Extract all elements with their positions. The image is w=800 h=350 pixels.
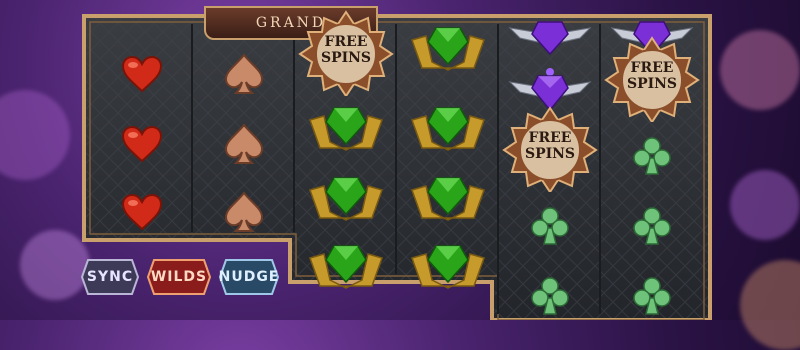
club-icon [602,262,702,329]
reel-3: FREE SPINS [296,10,396,332]
free-spins-badge: FREE SPINS [296,10,396,96]
wilds-button[interactable]: WILDS [146,258,212,296]
club-icon [500,192,600,259]
heart-icon [92,178,192,245]
free-spins-badge: FREE SPINS [500,106,600,192]
heart-icon [92,110,192,177]
background-bokeh [730,170,800,240]
emerald-icon [398,232,498,299]
emerald-icon [398,164,498,231]
background-bokeh [720,30,800,110]
nudge-button-label: NUDGE [218,269,280,285]
club-icon [602,122,702,189]
club-icon [602,192,702,259]
free-spins-line2: SPINS [524,146,576,162]
free-spins-badge: FREE SPINS [602,36,702,122]
free-spins-line2: SPINS [626,76,678,92]
spade-icon [194,178,294,245]
spade-icon [194,40,294,107]
reel-5: FREE SPINS [500,20,600,332]
sync-button-label: SYNC [86,269,134,285]
free-spins-line1: FREE [528,130,572,146]
background-bokeh [0,90,70,180]
free-spins-line2: SPINS [320,50,372,66]
emerald-icon [296,164,396,231]
emerald-icon [296,94,396,161]
club-icon [500,262,600,329]
background-bokeh [740,260,800,350]
emerald-icon [296,232,396,299]
reel-4 [398,26,498,332]
heart-icon [92,40,192,107]
free-spins-line1: FREE [630,60,674,76]
spade-icon [194,110,294,177]
free-spins-line1: FREE [324,34,368,50]
wilds-button-label: WILDS [150,269,208,285]
reel-6: FREE SPINS [602,20,702,332]
sync-button[interactable]: SYNC [80,258,140,296]
emerald-icon [398,94,498,161]
nudge-button[interactable]: NUDGE [218,258,280,296]
emerald-icon [398,14,498,81]
